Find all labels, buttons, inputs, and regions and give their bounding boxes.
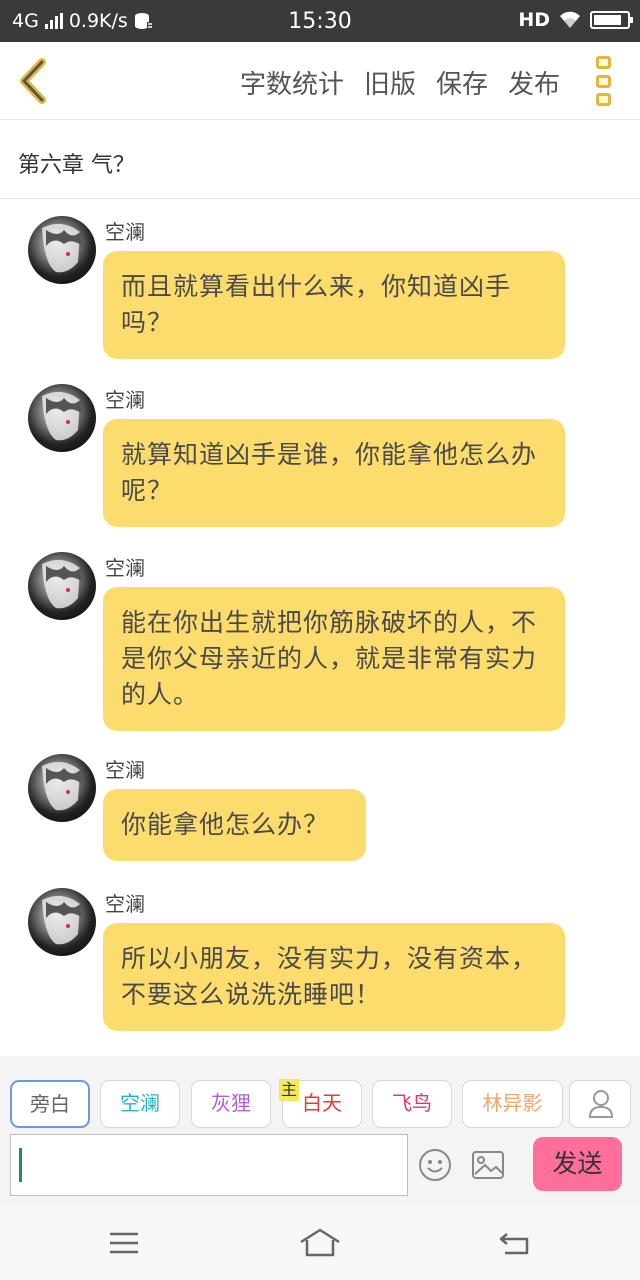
image-icon[interactable] — [471, 1150, 505, 1180]
message-bubble[interactable]: 就算知道凶手是谁，你能拿他怎么办呢？ — [103, 419, 565, 527]
send-button[interactable]: 发送 — [533, 1137, 622, 1191]
avatar[interactable] — [28, 384, 96, 452]
role-button-narrator[interactable]: 旁白 — [10, 1080, 90, 1128]
message-bubble[interactable]: 所以小朋友，没有实力，没有资本，不要这么说洗洗睡吧！ — [103, 923, 565, 1031]
editor-header: 字数统计 旧版 保存 发布 — [0, 42, 640, 120]
person-icon — [588, 1090, 614, 1118]
role-button-huili[interactable]: 灰狸 — [191, 1080, 271, 1128]
sender-name: 空澜 — [105, 220, 145, 244]
role-selector: 旁白 空澜 灰狸 主 白天 飞鸟 林异影 — [0, 1056, 640, 1134]
message-input[interactable] — [10, 1134, 408, 1196]
system-nav-bar — [0, 1204, 640, 1280]
add-role-button[interactable] — [569, 1080, 631, 1128]
avatar[interactable] — [28, 552, 96, 620]
status-right: HD — [518, 9, 633, 31]
role-label: 白天 — [302, 1091, 342, 1115]
smiley-icon[interactable] — [418, 1148, 452, 1182]
role-button-linyiying[interactable]: 林异影 — [462, 1080, 563, 1128]
sender-name: 空澜 — [105, 388, 145, 412]
role-button-baitian[interactable]: 主 白天 — [279, 1079, 362, 1128]
role-label: 飞鸟 — [392, 1091, 432, 1115]
sender-name: 空澜 — [105, 758, 145, 782]
message-bubble[interactable]: 你能拿他怎么办？ — [103, 789, 366, 861]
message-bubble[interactable]: 能在你出生就把你筋脉破坏的人，不是你父母亲近的人，就是非常有实力的人。 — [103, 587, 565, 731]
menu-icon[interactable] — [107, 1226, 141, 1260]
role-label: 空澜 — [120, 1091, 160, 1115]
avatar[interactable] — [28, 888, 96, 956]
header-actions: 字数统计 旧版 保存 发布 — [240, 64, 560, 101]
text-caret — [19, 1148, 22, 1182]
avatar[interactable] — [28, 216, 96, 284]
chapter-title[interactable]: 第六章 气？ — [0, 121, 640, 199]
battery-level — [594, 15, 621, 25]
back-chevron-icon[interactable] — [14, 58, 54, 104]
more-vertical-icon[interactable] — [596, 56, 614, 106]
avatar[interactable] — [28, 754, 96, 822]
sender-name: 空澜 — [105, 892, 145, 916]
role-label: 旁白 — [30, 1092, 70, 1116]
message-list[interactable]: 空澜 而且就算看出什么来，你知道凶手吗？ 空澜 就算知道凶手是谁，你能拿他怎么办… — [0, 200, 640, 1056]
protagonist-badge: 主 — [279, 1079, 300, 1101]
message-bubble[interactable]: 而且就算看出什么来，你知道凶手吗？ — [103, 251, 565, 359]
save-button[interactable]: 保存 — [436, 64, 488, 101]
battery-icon — [590, 11, 633, 29]
old-version-button[interactable]: 旧版 — [364, 64, 416, 101]
input-row: 发送 — [0, 1134, 640, 1204]
sender-name: 空澜 — [105, 556, 145, 580]
role-button-feiniao[interactable]: 飞鸟 — [372, 1080, 452, 1128]
word-count-button[interactable]: 字数统计 — [240, 64, 344, 101]
hd-indicator: HD — [518, 9, 550, 31]
role-button-konglan[interactable]: 空澜 — [100, 1080, 180, 1128]
role-label: 灰狸 — [211, 1091, 251, 1115]
return-icon[interactable] — [497, 1226, 531, 1260]
role-label: 林异影 — [482, 1091, 543, 1115]
status-bar: 4G 0.9K/s 15:30 HD — [0, 0, 640, 42]
wifi-icon — [560, 11, 580, 28]
publish-button[interactable]: 发布 — [508, 64, 560, 101]
home-icon[interactable] — [298, 1226, 342, 1260]
